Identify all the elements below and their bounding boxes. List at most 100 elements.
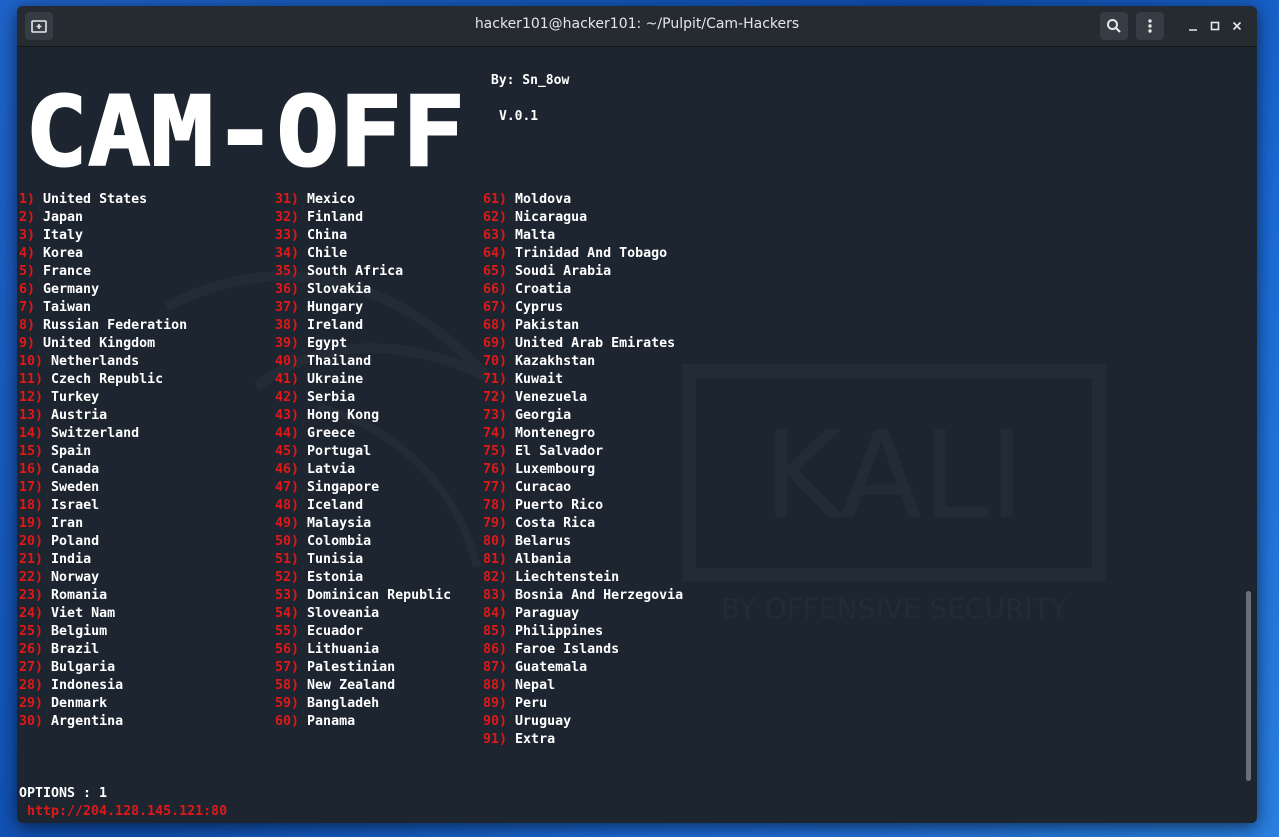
country-name: Venezuela bbox=[515, 390, 588, 405]
country-number: 62) bbox=[483, 210, 508, 225]
country-name: Kuwait bbox=[515, 372, 564, 387]
country-list-item: 48) Iceland bbox=[275, 497, 451, 515]
country-name: Romania bbox=[51, 588, 108, 603]
country-number: 18) bbox=[19, 498, 44, 513]
country-number: 23) bbox=[19, 588, 44, 603]
country-number: 78) bbox=[483, 498, 508, 513]
country-number: 22) bbox=[19, 570, 44, 585]
country-list-item: 46) Latvia bbox=[275, 461, 451, 479]
minimize-button[interactable] bbox=[1183, 16, 1203, 36]
version-label: V.0.1 bbox=[499, 109, 539, 124]
country-name: Thailand bbox=[307, 354, 372, 369]
country-name: Ukraine bbox=[307, 372, 364, 387]
country-name: Croatia bbox=[515, 282, 572, 297]
country-number: 57) bbox=[275, 660, 300, 675]
country-list-item: 55) Ecuador bbox=[275, 623, 451, 641]
country-number: 43) bbox=[275, 408, 300, 423]
scrollbar-thumb[interactable] bbox=[1246, 591, 1251, 781]
maximize-button[interactable] bbox=[1205, 16, 1225, 36]
country-name: Viet Nam bbox=[51, 606, 116, 621]
country-name: Belgium bbox=[51, 624, 108, 639]
country-name: Faroe Islands bbox=[515, 642, 620, 657]
country-name: Malta bbox=[515, 228, 556, 243]
country-number: 29) bbox=[19, 696, 44, 711]
country-name: New Zealand bbox=[307, 678, 396, 693]
country-list-item: 67) Cyprus bbox=[483, 299, 683, 317]
country-list-item: 72) Venezuela bbox=[483, 389, 683, 407]
country-number: 3) bbox=[19, 228, 36, 243]
country-name: Extra bbox=[515, 732, 556, 747]
country-number: 7) bbox=[19, 300, 36, 315]
country-list-item: 39) Egypt bbox=[275, 335, 451, 353]
scrollbar[interactable] bbox=[1245, 55, 1253, 815]
country-list-item: 36) Slovakia bbox=[275, 281, 451, 299]
country-list-item: 76) Luxembourg bbox=[483, 461, 683, 479]
country-list-item: 1) United States bbox=[19, 191, 187, 209]
country-list-item: 41) Ukraine bbox=[275, 371, 451, 389]
country-name: Italy bbox=[43, 228, 84, 243]
country-name: United Arab Emirates bbox=[515, 336, 676, 351]
country-name: Sloveania bbox=[307, 606, 380, 621]
country-number: 20) bbox=[19, 534, 44, 549]
country-number: 9) bbox=[19, 336, 36, 351]
country-list-item: 32) Finland bbox=[275, 209, 451, 227]
kebab-menu-icon bbox=[1148, 19, 1152, 33]
country-name: Lithuania bbox=[307, 642, 380, 657]
country-name: Slovakia bbox=[307, 282, 372, 297]
country-name: Finland bbox=[307, 210, 364, 225]
country-number: 67) bbox=[483, 300, 508, 315]
country-list-item: 79) Costa Rica bbox=[483, 515, 683, 533]
country-number: 49) bbox=[275, 516, 300, 531]
country-name: Curacao bbox=[515, 480, 572, 495]
country-name: France bbox=[43, 264, 92, 279]
country-number: 90) bbox=[483, 714, 508, 729]
cam-off-logo: CAM-OFF bbox=[24, 75, 466, 175]
country-number: 68) bbox=[483, 318, 508, 333]
country-list-item: 26) Brazil bbox=[19, 641, 187, 659]
country-list-item: 64) Trinidad And Tobago bbox=[483, 245, 683, 263]
country-name: Latvia bbox=[307, 462, 356, 477]
search-button[interactable] bbox=[1100, 12, 1128, 40]
country-name: Albania bbox=[515, 552, 572, 567]
country-name: Bangladeh bbox=[307, 696, 380, 711]
country-name: Palestinian bbox=[307, 660, 396, 675]
maximize-icon bbox=[1210, 21, 1220, 31]
minimize-icon bbox=[1189, 29, 1197, 31]
country-list-item: 14) Switzerland bbox=[19, 425, 187, 443]
country-list-item: 21) India bbox=[19, 551, 187, 569]
window-title: hacker101@hacker101: ~/Pulpit/Cam-Hacker… bbox=[474, 16, 800, 32]
country-number: 45) bbox=[275, 444, 300, 459]
close-button[interactable] bbox=[1227, 16, 1247, 36]
country-number: 74) bbox=[483, 426, 508, 441]
country-name: Bosnia And Herzegovia bbox=[515, 588, 684, 603]
country-list-item: 45) Portugal bbox=[275, 443, 451, 461]
country-name: Indonesia bbox=[51, 678, 124, 693]
country-number: 54) bbox=[275, 606, 300, 621]
country-name: Colombia bbox=[307, 534, 372, 549]
country-list-item: 22) Norway bbox=[19, 569, 187, 587]
country-number: 87) bbox=[483, 660, 508, 675]
country-name: Brazil bbox=[51, 642, 100, 657]
country-list-item: 73) Georgia bbox=[483, 407, 683, 425]
country-column-2: 31) Mexico 32) Finland 33) China 34) Chile 3… bbox=[275, 191, 451, 731]
country-name: Turkey bbox=[51, 390, 100, 405]
country-list-item: 23) Romania bbox=[19, 587, 187, 605]
country-list-item: 89) Peru bbox=[483, 695, 683, 713]
country-name: Luxembourg bbox=[515, 462, 596, 477]
menu-button[interactable] bbox=[1136, 12, 1164, 40]
country-number: 25) bbox=[19, 624, 44, 639]
country-name: Argentina bbox=[51, 714, 124, 729]
country-list-item: 38) Ireland bbox=[275, 317, 451, 335]
country-number: 27) bbox=[19, 660, 44, 675]
country-list-item: 29) Denmark bbox=[19, 695, 187, 713]
country-number: 53) bbox=[275, 588, 300, 603]
country-number: 69) bbox=[483, 336, 508, 351]
terminal-output[interactable]: KALI BY OFFENSIVE SECURITY CAM-OFF By: S… bbox=[17, 47, 1257, 823]
country-name: Montenegro bbox=[515, 426, 596, 441]
country-number: 38) bbox=[275, 318, 300, 333]
country-number: 64) bbox=[483, 246, 508, 261]
country-list-item: 44) Greece bbox=[275, 425, 451, 443]
country-list-item: 5) France bbox=[19, 263, 187, 281]
country-number: 70) bbox=[483, 354, 508, 369]
country-list-item: 74) Montenegro bbox=[483, 425, 683, 443]
